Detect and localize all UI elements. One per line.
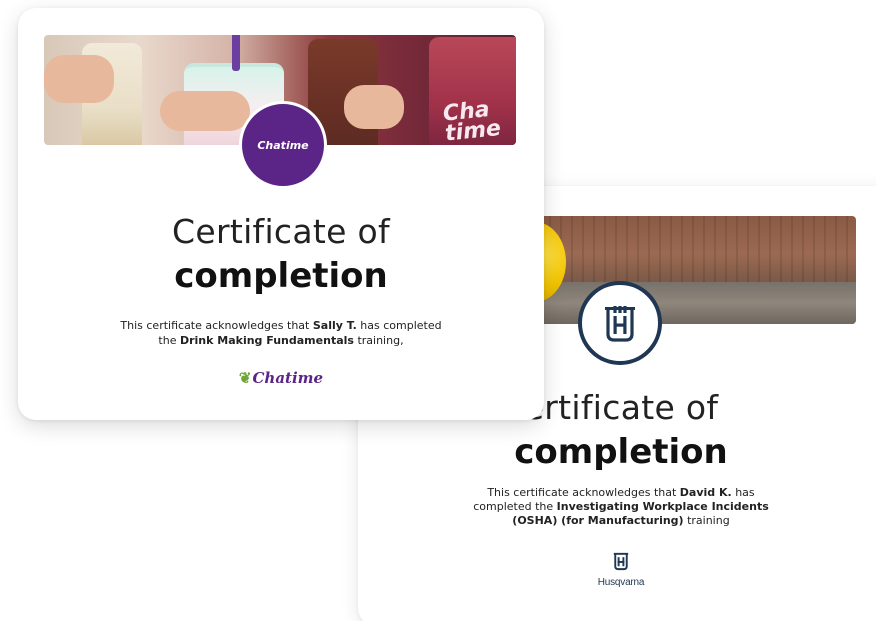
husqvarna-wordmark: Husqvarna xyxy=(597,577,645,588)
statement-prefix: This certificate acknowledges that xyxy=(120,319,310,332)
statement-suffix: training xyxy=(687,514,730,527)
husqvarna-small-crown-icon xyxy=(613,552,629,571)
chatime-wordmark: Chatime xyxy=(252,369,324,387)
certificate-statement: This certificate acknowledges that David… xyxy=(468,486,774,528)
certificate-title-line1: Certificate of xyxy=(172,212,390,251)
recipient-name: Sally T. xyxy=(312,319,357,332)
certificate-statement: This certificate acknowledges that Sally… xyxy=(118,318,444,348)
banner-cup-brand-text: Cha time xyxy=(441,97,503,145)
course-name: Drink Making Fundamentals xyxy=(179,334,354,347)
statement-suffix: training, xyxy=(357,334,404,347)
certificate-title-line2: completion xyxy=(514,432,728,472)
husqvarna-footer-logo: Husqvarna xyxy=(586,550,656,588)
husqvarna-logo-badge xyxy=(578,281,662,365)
chatime-badge-wordmark: Chatime xyxy=(257,138,309,152)
certificate-title-line2: completion xyxy=(174,256,388,296)
recipient-name: David K. xyxy=(679,486,732,499)
certificates-showcase: ertificate of completion This certificat… xyxy=(0,0,876,621)
chatime-certificate-card: Cha time Chatime Certificate of completi… xyxy=(18,8,544,420)
husqvarna-crown-icon xyxy=(605,306,635,342)
chatime-logo-badge: Chatime xyxy=(239,101,327,189)
chatime-footer-logo: ❦Chatime xyxy=(231,369,331,387)
statement-prefix: This certificate acknowledges that xyxy=(487,486,677,499)
leaf-icon: ❦ xyxy=(238,369,252,387)
